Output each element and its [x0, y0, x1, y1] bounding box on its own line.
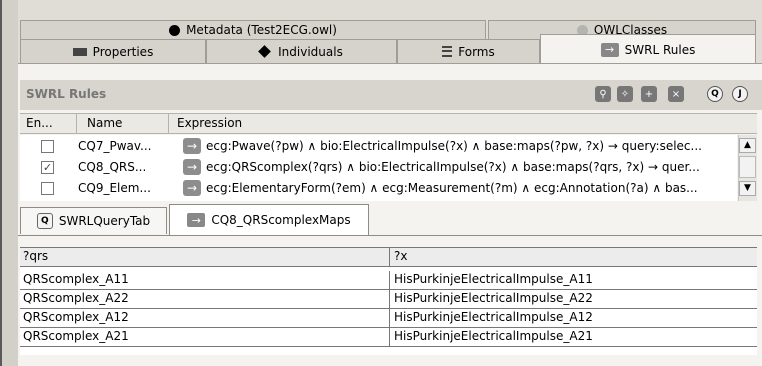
- cell-qrs: QRScomplex_A12: [23, 310, 129, 324]
- q-button[interactable]: Q: [705, 84, 725, 104]
- delete-icon: ×: [668, 86, 684, 102]
- rule-name: CQ9_Elem...: [78, 181, 151, 195]
- table-row[interactable]: QRScomplex_A12 HisPurkinjeElectricalImpu…: [20, 309, 757, 328]
- rule-name: CQ8_QRS...: [78, 160, 147, 174]
- tab-forms-label: Forms: [458, 44, 495, 59]
- scroll-thumb[interactable]: [739, 156, 756, 178]
- left-rail: [2, 0, 18, 366]
- rule-arrow-icon: →: [183, 159, 201, 175]
- tab-swrl-rules[interactable]: → SWRL Rules: [540, 34, 756, 64]
- rule-arrow-icon: →: [600, 42, 619, 57]
- create-icon: ✧: [617, 86, 633, 102]
- tab-properties[interactable]: Properties: [20, 39, 206, 63]
- query-icon: Q: [36, 213, 53, 229]
- tab-swrl-query[interactable]: Q SWRLQueryTab: [20, 207, 167, 234]
- header-divider: [389, 247, 390, 267]
- forms-icon: [442, 46, 453, 57]
- rule-row[interactable]: CQ9_Elem... → ecg:ElementaryForm(?em) ∧ …: [20, 180, 720, 201]
- q-icon: Q: [707, 86, 723, 102]
- rule-expression[interactable]: ecg:QRScomplex(?qrs) ∧ bio:ElectricalImp…: [206, 160, 758, 174]
- cell-x: HisPurkinjeElectricalImpulse_A21: [394, 329, 593, 343]
- rule-enabled-checkbox[interactable]: ✓: [41, 161, 54, 174]
- clone-icon: +: [641, 86, 657, 102]
- clone-rule-button[interactable]: +: [639, 84, 659, 104]
- rule-name: CQ7_Pwav...: [78, 139, 152, 153]
- tab-properties-label: Properties: [92, 44, 154, 59]
- rule-arrow-icon: →: [187, 213, 206, 227]
- tab-individuals-label: Individuals: [278, 44, 343, 59]
- delete-rule-button[interactable]: ×: [666, 84, 686, 104]
- cell-qrs: QRScomplex_A22: [23, 291, 129, 305]
- rule-expression[interactable]: ecg:ElementaryForm(?em) ∧ ecg:Measuremen…: [206, 181, 758, 195]
- properties-icon: [72, 47, 87, 56]
- tab-query-result-label: CQ8_QRScomplexMaps: [211, 213, 351, 227]
- cell-x: HisPurkinjeElectricalImpulse_A12: [394, 310, 593, 324]
- column-divider: [389, 328, 390, 346]
- find-rule-button[interactable]: ⚲: [593, 84, 613, 104]
- tab-metadata[interactable]: Metadata (Test2ECG.owl): [20, 20, 486, 39]
- column-divider: [389, 309, 390, 327]
- column-divider: [389, 271, 390, 289]
- scroll-up-button[interactable]: ▲: [739, 138, 756, 153]
- panel-title: SWRL Rules: [26, 87, 107, 101]
- tab-swrl-rules-label: SWRL Rules: [624, 42, 696, 57]
- cell-qrs: QRScomplex_A11: [23, 272, 129, 286]
- tab-metadata-label: Metadata (Test2ECG.owl): [186, 23, 337, 37]
- j-icon: J: [732, 86, 748, 102]
- header-x[interactable]: ?x: [394, 249, 407, 263]
- scroll-down-button[interactable]: ▼: [739, 181, 756, 196]
- table-row[interactable]: QRScomplex_A22 HisPurkinjeElectricalImpu…: [20, 290, 757, 309]
- circle-icon: [169, 24, 181, 36]
- tab-forms[interactable]: Forms: [397, 39, 540, 63]
- cell-qrs: QRScomplex_A21: [23, 329, 129, 343]
- diamond-icon: [258, 45, 272, 58]
- header-enabled[interactable]: En...: [20, 114, 77, 134]
- table-row[interactable]: QRScomplex_A11 HisPurkinjeElectricalImpu…: [20, 271, 757, 290]
- j-button[interactable]: J: [730, 84, 750, 104]
- header-expression[interactable]: Expression: [169, 114, 757, 134]
- tab-individuals[interactable]: Individuals: [206, 39, 397, 63]
- tab-query-result[interactable]: → CQ8_QRScomplexMaps: [169, 204, 369, 235]
- rule-arrow-icon: →: [183, 180, 201, 196]
- rule-expression[interactable]: ecg:Pwave(?pw) ∧ bio:ElectricalImpulse(?…: [206, 139, 758, 153]
- rule-row[interactable]: CQ7_Pwav... → ecg:Pwave(?pw) ∧ bio:Elect…: [20, 138, 720, 159]
- create-rule-button[interactable]: ✧: [615, 84, 635, 104]
- table-row[interactable]: QRScomplex_A21 HisPurkinjeElectricalImpu…: [20, 328, 757, 347]
- rule-row[interactable]: ✓ CQ8_QRS... → ecg:QRScomplex(?qrs) ∧ bi…: [20, 159, 720, 180]
- tab-swrl-query-label: SWRLQueryTab: [58, 214, 151, 228]
- header-name[interactable]: Name: [77, 114, 169, 134]
- header-qrs[interactable]: ?qrs: [23, 249, 48, 263]
- find-icon: ⚲: [595, 86, 611, 102]
- rule-enabled-checkbox[interactable]: [41, 140, 54, 153]
- rule-arrow-icon: →: [183, 138, 201, 154]
- rule-enabled-checkbox[interactable]: [41, 182, 54, 195]
- cell-x: HisPurkinjeElectricalImpulse_A22: [394, 291, 593, 305]
- cell-x: HisPurkinjeElectricalImpulse_A11: [394, 272, 593, 286]
- column-divider: [389, 290, 390, 308]
